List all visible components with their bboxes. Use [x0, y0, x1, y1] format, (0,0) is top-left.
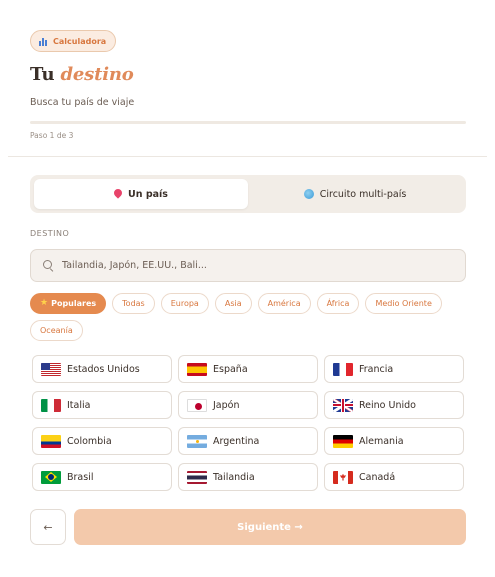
country-grid: Estados Unidos España Francia Italia Jap…	[32, 355, 464, 491]
co-flag-icon	[41, 434, 61, 448]
filter-label: Medio Oriente	[375, 299, 432, 308]
filter-label: Asia	[224, 299, 242, 308]
country-name: Argentina	[213, 435, 260, 447]
country-option-alemania[interactable]: Alemania	[324, 427, 464, 455]
gb-flag-icon	[333, 398, 353, 412]
page-subtitle: Busca tu país de viaje	[30, 97, 135, 108]
country-name: Japón	[213, 399, 240, 411]
next-button[interactable]: Siguiente →	[74, 509, 466, 545]
fr-flag-icon	[333, 362, 353, 376]
filter-label: América	[267, 299, 301, 308]
filter-populares[interactable]: ★ Populares	[30, 293, 107, 314]
ar-flag-icon	[187, 434, 207, 448]
filter-oceania[interactable]: Oceanía	[30, 320, 83, 341]
country-option-canada[interactable]: Canadá	[324, 463, 464, 491]
country-name: Italia	[67, 399, 91, 411]
country-option-estados-unidos[interactable]: Estados Unidos	[32, 355, 172, 383]
th-flag-icon	[187, 470, 207, 484]
tab-single-country[interactable]: Un país	[34, 179, 248, 209]
filter-todas[interactable]: Todas	[112, 293, 155, 314]
filter-label: Oceanía	[40, 326, 73, 335]
it-flag-icon	[41, 398, 61, 412]
ca-flag-icon	[333, 470, 353, 484]
filter-america[interactable]: América	[257, 293, 311, 314]
destination-label: DESTINO	[30, 229, 70, 238]
filter-label: Europa	[170, 299, 199, 308]
country-name: Canadá	[359, 471, 396, 483]
page-title: Tu destino	[30, 64, 134, 85]
de-flag-icon	[333, 434, 353, 448]
country-name: Colombia	[67, 435, 112, 447]
calculator-badge: Calculadora	[30, 30, 117, 52]
filter-label: Todas	[122, 299, 145, 308]
country-name: Francia	[359, 363, 394, 375]
star-icon: ★	[40, 298, 49, 308]
tab-single-country-label: Un país	[128, 188, 168, 200]
country-option-brasil[interactable]: Brasil	[32, 463, 172, 491]
country-option-colombia[interactable]: Colombia	[32, 427, 172, 455]
title-accent: destino	[60, 64, 134, 85]
filter-medio-oriente[interactable]: Medio Oriente	[365, 293, 442, 314]
back-button[interactable]: ←	[30, 509, 66, 545]
country-option-japon[interactable]: Japón	[178, 391, 318, 419]
country-name: Estados Unidos	[67, 363, 140, 375]
destination-search	[30, 249, 466, 282]
country-name: Tailandia	[213, 471, 255, 483]
country-name: Alemania	[359, 435, 404, 447]
globe-icon	[303, 189, 314, 199]
country-option-reino-unido[interactable]: Reino Unido	[324, 391, 464, 419]
filter-africa[interactable]: África	[316, 293, 360, 314]
country-option-francia[interactable]: Francia	[324, 355, 464, 383]
filter-europa[interactable]: Europa	[160, 293, 209, 314]
us-flag-icon	[41, 362, 61, 376]
destination-input[interactable]	[62, 260, 465, 271]
pin-icon	[114, 189, 122, 200]
section-divider	[8, 156, 487, 157]
filter-label: África	[326, 299, 350, 308]
region-filters: ★ Populares Todas Europa Asia América Áf…	[30, 293, 466, 341]
country-name: España	[213, 363, 248, 375]
progress-bar	[30, 121, 466, 124]
mode-selector: Un país Circuito multi-país	[30, 175, 466, 213]
tab-multi-country[interactable]: Circuito multi-país	[248, 179, 462, 209]
filter-label: Populares	[51, 299, 97, 308]
badge-label: Calculadora	[53, 36, 107, 46]
country-name: Brasil	[67, 471, 94, 483]
tab-multi-country-label: Circuito multi-país	[319, 188, 407, 200]
title-plain: Tu	[30, 64, 55, 85]
country-name: Reino Unido	[359, 399, 416, 411]
es-flag-icon	[187, 362, 207, 376]
country-option-espana[interactable]: España	[178, 355, 318, 383]
filter-asia[interactable]: Asia	[214, 293, 252, 314]
country-option-italia[interactable]: Italia	[32, 391, 172, 419]
country-option-argentina[interactable]: Argentina	[178, 427, 318, 455]
search-icon	[43, 260, 54, 271]
step-indicator: Paso 1 de 3	[30, 131, 74, 140]
arrow-left-icon: ←	[43, 520, 53, 534]
country-option-tailandia[interactable]: Tailandia	[178, 463, 318, 491]
br-flag-icon	[41, 470, 61, 484]
jp-flag-icon	[187, 398, 207, 412]
bar-chart-icon	[39, 37, 48, 46]
